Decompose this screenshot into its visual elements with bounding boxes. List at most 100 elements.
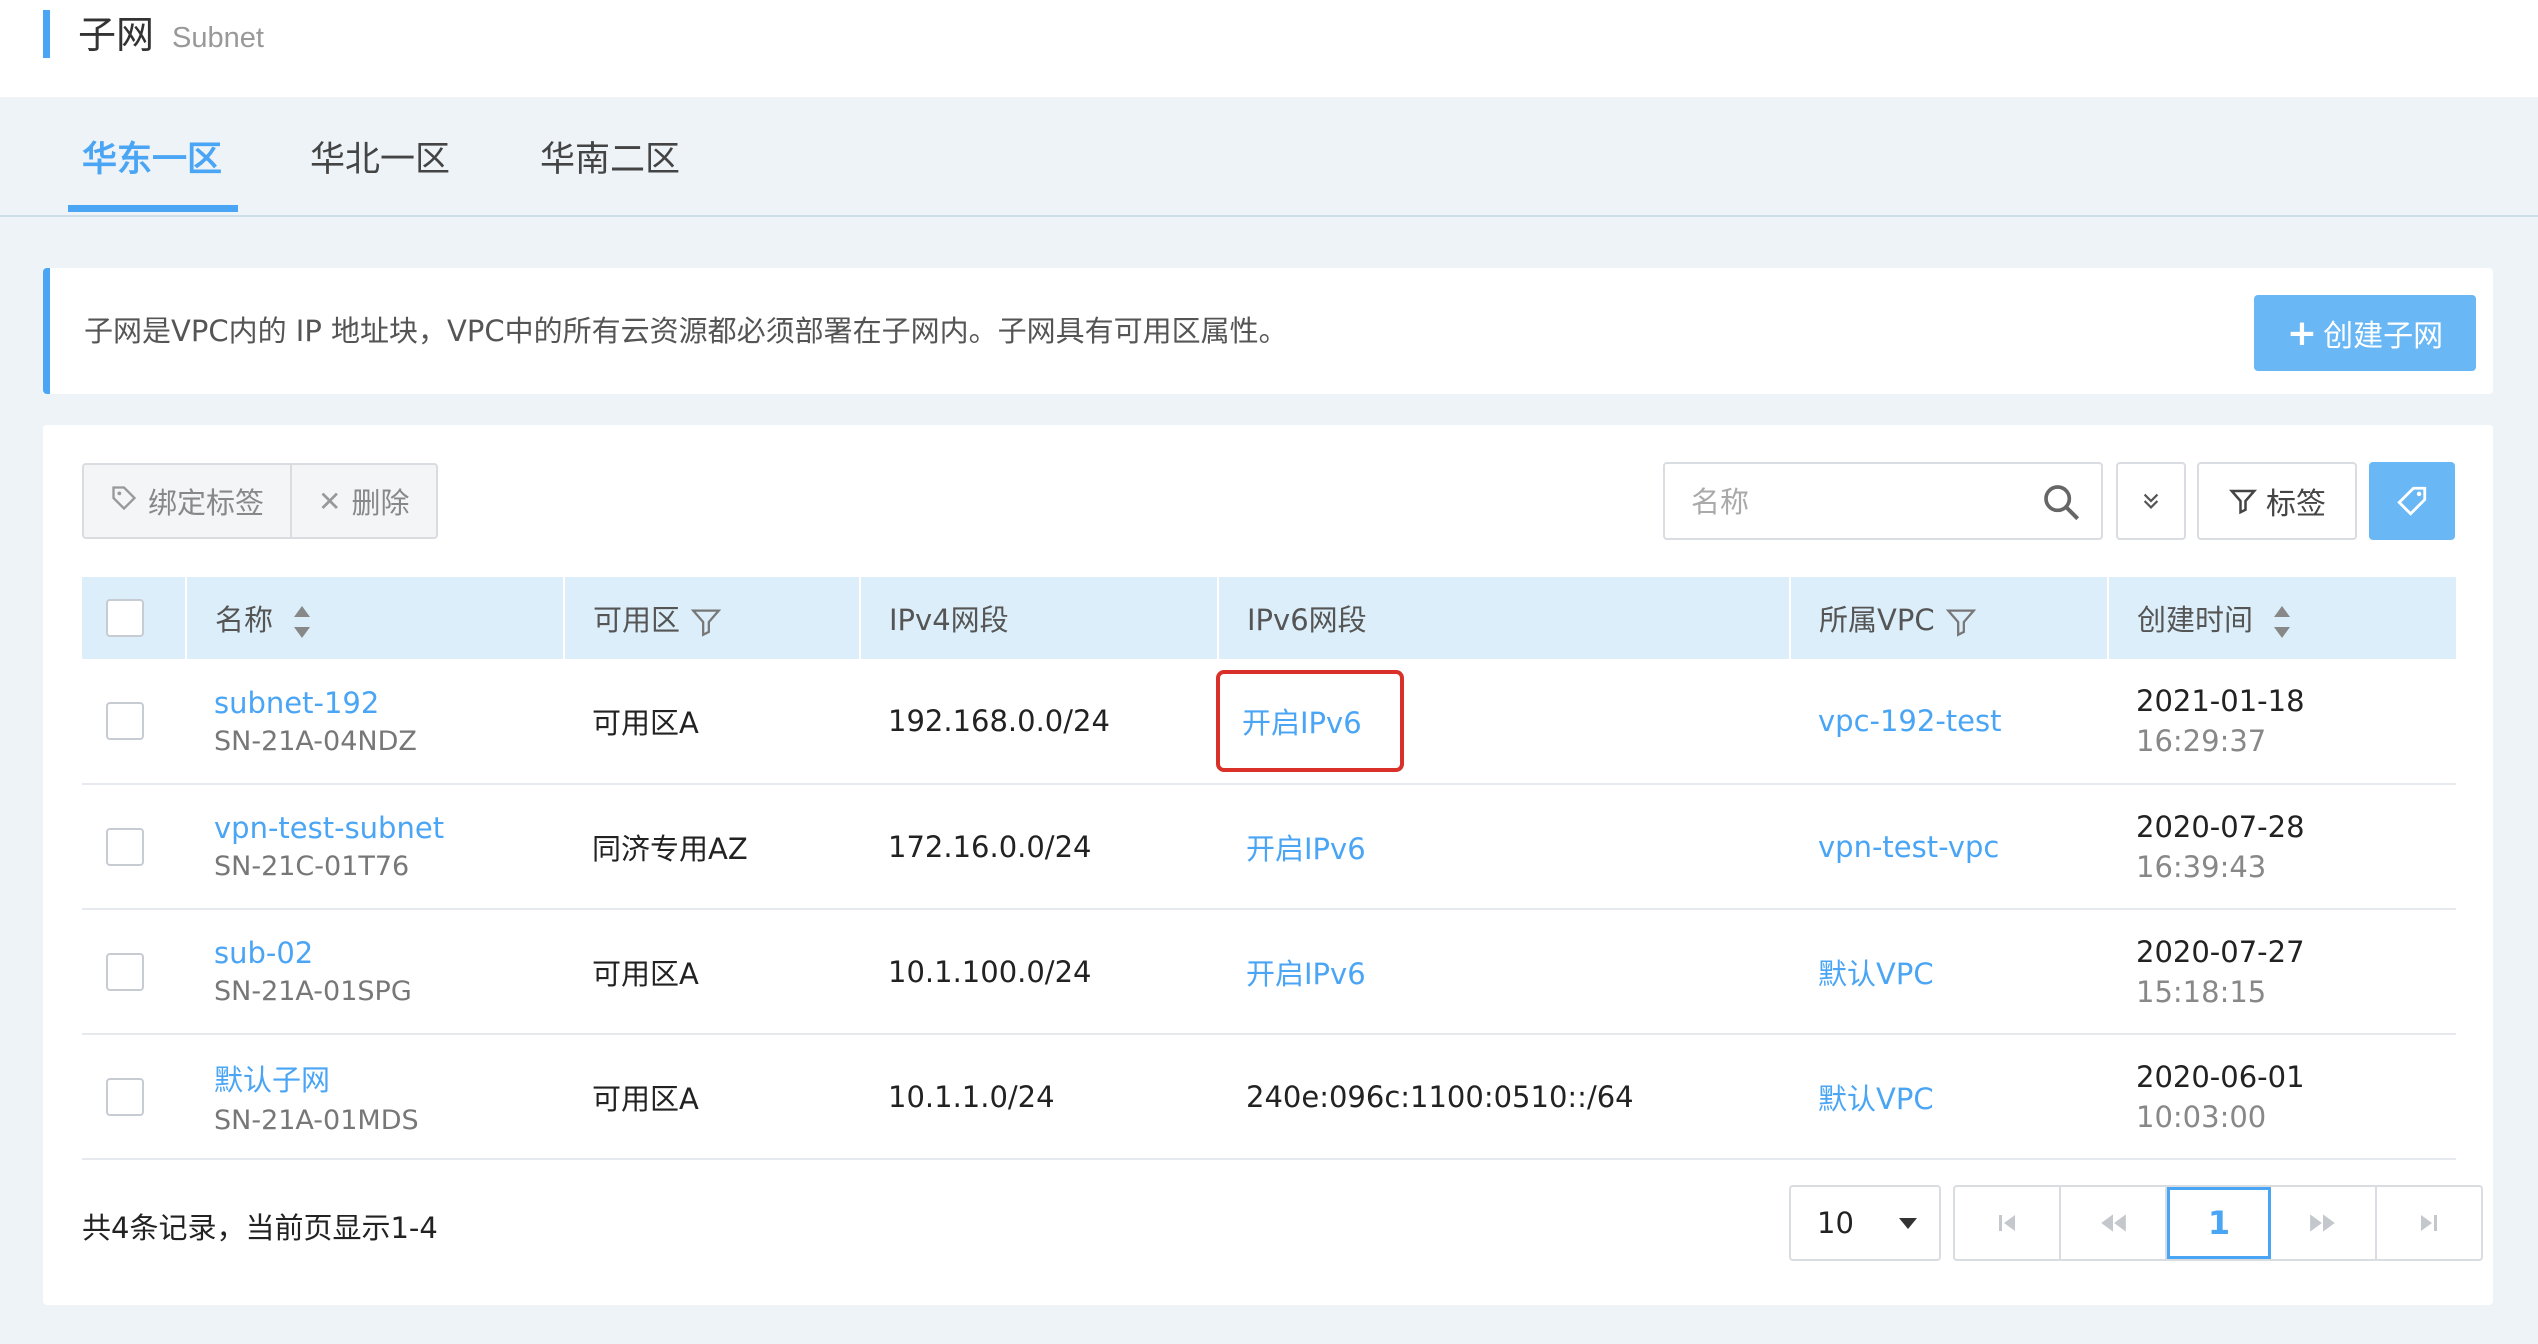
- enable-ipv6-link[interactable]: 开启IPv6: [1246, 957, 1366, 991]
- subnet-id: SN-21A-01SPG: [214, 976, 412, 1007]
- table-header-row: 名称 可用区 IPv4网段 IPv6网段 所属VPC 创建时间: [82, 577, 2456, 659]
- search-box: [1663, 462, 2103, 540]
- row-checkbox[interactable]: [106, 1077, 144, 1116]
- tag-filter-label: 标签: [2266, 487, 2326, 522]
- table-row: subnet-192 SN-21A-04NDZ 可用区A 192.168.0.0/…: [82, 659, 2456, 784]
- table-row: sub-02 SN-21A-01SPG 可用区A 10.1.100.0/24 开启…: [82, 909, 2456, 1034]
- active-tab-indicator: [68, 205, 238, 212]
- search-icon[interactable]: [2041, 482, 2081, 522]
- column-header-name[interactable]: 名称: [186, 577, 565, 659]
- tab-north-china-1[interactable]: 华北一区: [310, 139, 450, 181]
- sort-icon[interactable]: [291, 604, 311, 640]
- created-date: 2021-01-18: [2136, 684, 2305, 718]
- subnet-name-link[interactable]: sub-02: [214, 936, 564, 970]
- tag-icon: [2397, 486, 2427, 516]
- ipv4-cell: 192.168.0.0/24: [888, 704, 1110, 738]
- double-chevron-down-icon: [2143, 493, 2159, 509]
- subnet-name-link[interactable]: subnet-192: [214, 686, 564, 720]
- row-checkbox[interactable]: [106, 952, 144, 991]
- double-left-icon: [2101, 1214, 2126, 1232]
- region-tabs: 华东一区 华北一区 华南二区: [0, 97, 2538, 217]
- info-text: 子网是VPC内的 IP 地址块，VPC中的所有云资源都必须部署在子网内。子网具有…: [84, 314, 1288, 348]
- vpc-link[interactable]: 默认VPC: [1818, 957, 1934, 991]
- ipv6-cell: 240e:096c:1100:0510::/64: [1246, 1079, 1634, 1114]
- create-subnet-button[interactable]: + 创建子网: [2254, 295, 2476, 371]
- batch-action-group: 绑定标签 ✕ 删除: [82, 463, 438, 539]
- filter-icon: [2228, 489, 2258, 515]
- subnet-name-link[interactable]: 默认子网: [214, 1057, 564, 1099]
- prev-page-button[interactable]: [2061, 1187, 2167, 1259]
- filter-icon[interactable]: [689, 605, 723, 639]
- record-summary: 共4条记录，当前页显示1-4: [82, 1211, 438, 1245]
- sort-icon[interactable]: [2271, 604, 2291, 640]
- created-date: 2020-06-01: [2136, 1059, 2305, 1094]
- subnet-id: SN-21A-04NDZ: [214, 725, 417, 757]
- created-date: 2020-07-27: [2136, 934, 2305, 969]
- page-size-value: 10: [1817, 1206, 1854, 1240]
- page-title: 子网: [78, 13, 155, 57]
- subnet-list-panel: 绑定标签 ✕ 删除 标签 名称 可用区 IPv4网段: [43, 425, 2493, 1305]
- ipv4-cell: 172.16.0.0/24: [888, 829, 1092, 864]
- delete-button[interactable]: ✕ 删除: [290, 465, 435, 537]
- next-page-button[interactable]: [2271, 1187, 2377, 1259]
- page-number-current[interactable]: 1: [2167, 1187, 2271, 1259]
- page-size-select[interactable]: 10: [1789, 1185, 1941, 1261]
- pagination: 1: [1953, 1185, 2483, 1261]
- column-header-zone[interactable]: 可用区: [564, 577, 861, 659]
- title-accent-bar: [43, 10, 50, 58]
- tag-filter-button[interactable]: 标签: [2197, 462, 2357, 540]
- created-time: 10:03:00: [2136, 1099, 2267, 1134]
- column-header-vpc[interactable]: 所属VPC: [1790, 577, 2109, 659]
- page-subtitle: Subnet: [172, 22, 264, 54]
- caret-down-icon: [1899, 1218, 1917, 1229]
- bind-tag-button[interactable]: 绑定标签: [84, 465, 290, 537]
- zone-cell: 可用区A: [592, 706, 699, 740]
- last-page-icon: [2421, 1215, 2437, 1231]
- zone-cell: 可用区A: [592, 1081, 699, 1116]
- ipv4-cell: 10.1.1.0/24: [888, 1079, 1055, 1114]
- close-icon: ✕: [318, 484, 342, 518]
- row-checkbox[interactable]: [106, 702, 144, 740]
- ipv4-cell: 10.1.100.0/24: [888, 954, 1092, 989]
- created-date: 2020-07-28: [2136, 809, 2305, 844]
- plus-icon: +: [2286, 312, 2318, 354]
- subnet-name-link[interactable]: vpn-test-subnet: [214, 811, 564, 845]
- first-page-icon: [1999, 1215, 2015, 1231]
- expand-search-button[interactable]: [2116, 462, 2186, 540]
- created-time: 16:29:37: [2136, 724, 2267, 758]
- tag-icon: [110, 484, 138, 519]
- last-page-button[interactable]: [2377, 1187, 2481, 1259]
- row-checkbox[interactable]: [106, 827, 144, 866]
- vpc-link[interactable]: vpc-192-test: [1818, 704, 2002, 738]
- created-time: 16:39:43: [2136, 849, 2267, 884]
- subnet-table: 名称 可用区 IPv4网段 IPv6网段 所属VPC 创建时间 subnet-1…: [82, 577, 2456, 1160]
- column-header-created[interactable]: 创建时间: [2108, 577, 2456, 659]
- bind-tag-label: 绑定标签: [148, 486, 265, 520]
- double-right-icon: [2310, 1214, 2335, 1232]
- tag-manage-button[interactable]: [2369, 462, 2455, 540]
- delete-label: 删除: [351, 486, 410, 520]
- vpc-link[interactable]: 默认VPC: [1818, 1082, 1934, 1116]
- tab-south-china-2[interactable]: 华南二区: [540, 139, 680, 181]
- filter-icon[interactable]: [1944, 605, 1978, 639]
- highlight-box: 开启IPv6: [1216, 670, 1404, 772]
- subnet-id: SN-21A-01MDS: [214, 1105, 419, 1136]
- table-row: 默认子网 SN-21A-01MDS 可用区A 10.1.1.0/24 240e:0…: [82, 1034, 2456, 1159]
- tab-east-china-1[interactable]: 华东一区: [82, 139, 222, 181]
- column-header-ipv4: IPv4网段: [860, 577, 1219, 659]
- first-page-button[interactable]: [1955, 1187, 2061, 1259]
- enable-ipv6-link[interactable]: 开启IPv6: [1242, 706, 1362, 740]
- zone-cell: 同济专用AZ: [592, 831, 748, 866]
- create-subnet-label: 创建子网: [2323, 319, 2444, 354]
- zone-cell: 可用区A: [592, 956, 699, 991]
- table-row: vpn-test-subnet SN-21C-01T76 同济专用AZ 172.1…: [82, 784, 2456, 909]
- search-input[interactable]: [1689, 476, 2023, 528]
- created-time: 15:18:15: [2136, 974, 2267, 1009]
- info-banner: 子网是VPC内的 IP 地址块，VPC中的所有云资源都必须部署在子网内。子网具有…: [43, 268, 2493, 394]
- subnet-id: SN-21C-01T76: [214, 851, 410, 882]
- page-header: 子网 Subnet: [0, 0, 2538, 99]
- vpc-link[interactable]: vpn-test-vpc: [1818, 830, 1999, 864]
- select-all-checkbox[interactable]: [106, 599, 144, 637]
- column-header-ipv6: IPv6网段: [1218, 577, 1791, 659]
- enable-ipv6-link[interactable]: 开启IPv6: [1246, 832, 1366, 866]
